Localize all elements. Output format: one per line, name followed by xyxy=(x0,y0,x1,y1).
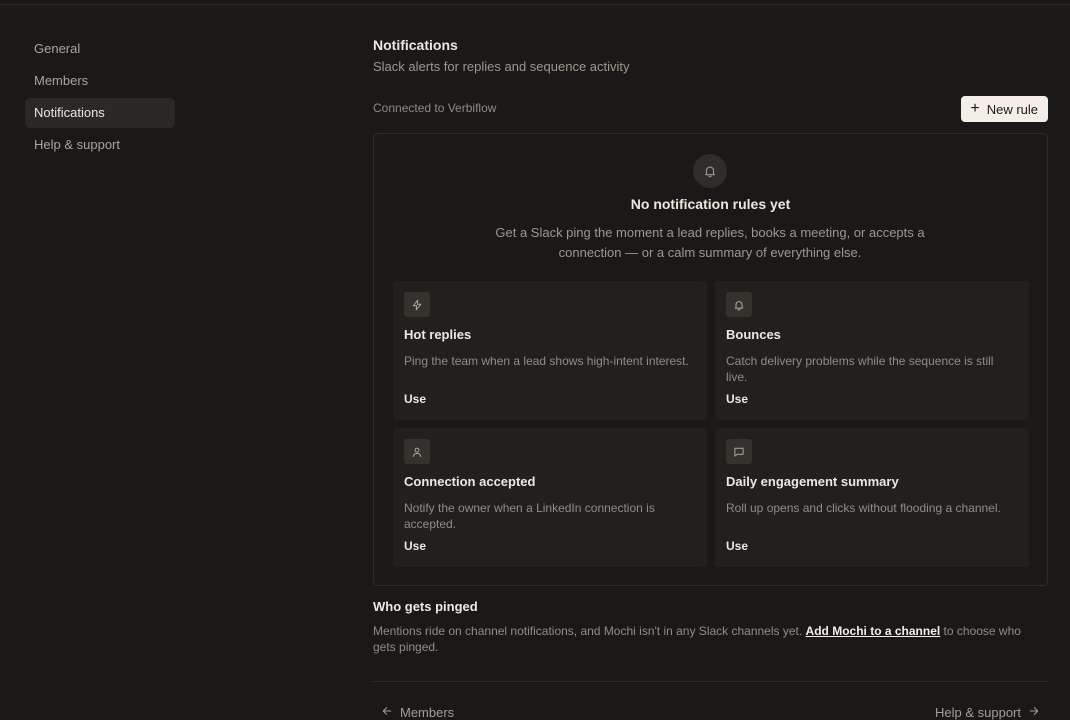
empty-state-description: Get a Slack ping the moment a lead repli… xyxy=(495,225,925,260)
sidebar-item-general[interactable]: General xyxy=(25,34,175,64)
card-title: Daily engagement summary xyxy=(726,474,899,489)
sidebar-item-help-support[interactable]: Help & support xyxy=(25,130,175,160)
card-description: Roll up opens and clicks without floodin… xyxy=(726,501,1001,515)
who-gets-pinged-description: Mentions ride on channel notifications, … xyxy=(373,623,1043,655)
prev-page-label: Members xyxy=(400,705,455,720)
message-icon xyxy=(726,439,752,464)
lightning-icon xyxy=(404,292,430,317)
settings-sidebar: General Members Notifications Help & sup… xyxy=(25,34,175,162)
footer-divider xyxy=(373,681,1048,682)
card-description: Ping the team when a lead shows high-int… xyxy=(404,354,689,368)
person-icon xyxy=(404,439,430,464)
new-rule-button[interactable]: + New rule xyxy=(961,96,1048,122)
template-card-hot-replies: Hot replies Ping the team when a lead sh… xyxy=(393,281,707,420)
who-gets-pinged-title: Who gets pinged xyxy=(373,599,478,614)
card-title: Connection accepted xyxy=(404,474,536,489)
pinged-text-before: Mentions ride on channel notifications, … xyxy=(373,624,806,638)
card-description: Catch delivery problems while the sequen… xyxy=(726,354,994,384)
arrow-right-icon xyxy=(1028,705,1040,720)
sidebar-item-members[interactable]: Members xyxy=(25,66,175,96)
card-title: Hot replies xyxy=(404,327,472,342)
bell-icon xyxy=(693,154,727,188)
new-rule-label: New rule xyxy=(986,101,1038,117)
use-template-button[interactable]: Use xyxy=(404,539,426,553)
empty-state-title: No notification rules yet xyxy=(630,196,791,212)
rules-panel: No notification rules yet Get a Slack pi… xyxy=(373,133,1048,586)
use-template-button[interactable]: Use xyxy=(404,392,426,406)
add-mochi-to-channel-link[interactable]: Add Mochi to a channel xyxy=(806,624,941,638)
card-title: Bounces xyxy=(726,327,781,342)
next-page-label: Help & support xyxy=(935,705,1021,720)
next-page-link[interactable]: Help & support xyxy=(935,705,1040,720)
page-title: Notifications xyxy=(373,37,458,53)
bell-icon xyxy=(726,292,752,317)
use-template-button[interactable]: Use xyxy=(726,392,748,406)
template-card-bounces: Bounces Catch delivery problems while th… xyxy=(715,281,1029,420)
top-divider xyxy=(0,4,1070,5)
plus-icon: + xyxy=(970,99,980,117)
card-description: Notify the owner when a LinkedIn connect… xyxy=(404,501,655,531)
prev-page-link[interactable]: Members xyxy=(381,705,454,720)
connection-status: Connected to Verbiflow xyxy=(373,101,497,115)
use-template-button[interactable]: Use xyxy=(726,539,748,553)
page-subtitle: Slack alerts for replies and sequence ac… xyxy=(373,59,630,74)
template-card-connection-accepted: Connection accepted Notify the owner whe… xyxy=(393,428,707,567)
arrow-left-icon xyxy=(381,705,393,720)
sidebar-item-notifications[interactable]: Notifications xyxy=(25,98,175,128)
template-card-daily-engagement-summary: Daily engagement summary Roll up opens a… xyxy=(715,428,1029,567)
